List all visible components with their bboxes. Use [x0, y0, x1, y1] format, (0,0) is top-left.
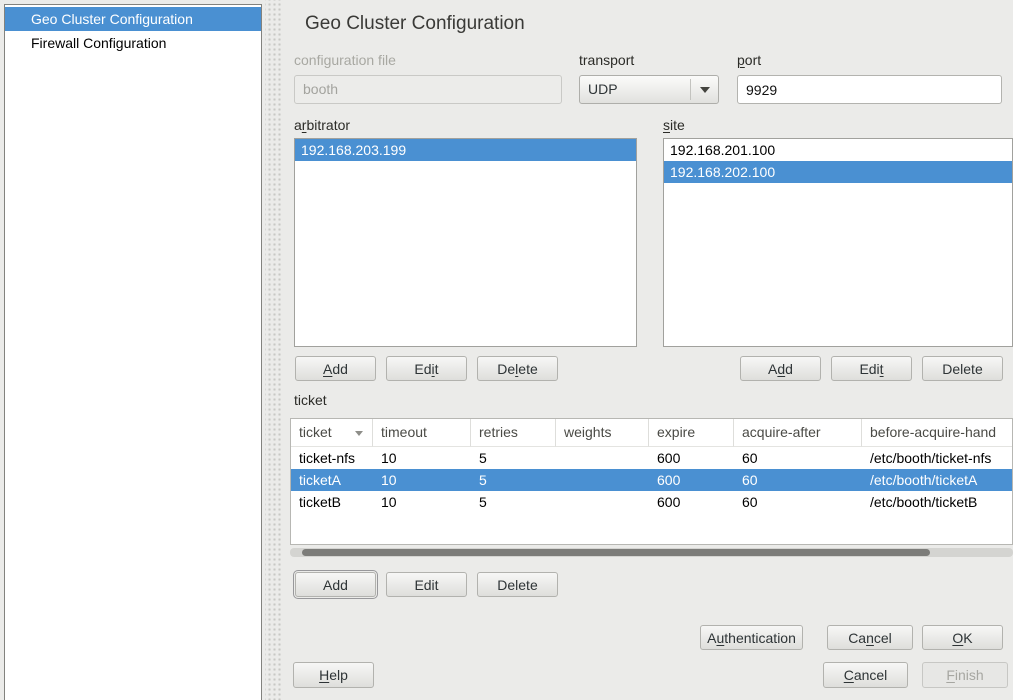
sidebar: Geo Cluster Configuration Firewall Confi… [4, 4, 262, 700]
ticket-table-row[interactable]: ticket-nfs 10 5 600 60 /etc/booth/ticket… [291, 447, 1012, 469]
column-header-acquire-after[interactable]: acquire-after [734, 419, 862, 447]
cell-before-acquire-handler: /etc/booth/ticket-nfs [862, 447, 1012, 469]
ticket-label: ticket [294, 392, 327, 408]
configuration-file-label: configuration file [294, 52, 396, 68]
cell-before-acquire-handler: /etc/booth/ticketB [862, 491, 1012, 513]
cell-expire: 600 [649, 491, 734, 513]
column-header-before-acquire-handler[interactable]: before-acquire-hand [862, 419, 1012, 447]
site-list-item[interactable]: 192.168.202.100 [664, 161, 1012, 183]
cell-acquire-after: 60 [734, 447, 862, 469]
arbitrator-delete-button[interactable]: Delete [477, 356, 558, 381]
ok-button[interactable]: OK [922, 625, 1003, 650]
ticket-table-row[interactable]: ticketA 10 5 600 60 /etc/booth/ticketA [291, 469, 1012, 491]
cell-timeout: 10 [373, 491, 471, 513]
site-label: site [663, 117, 685, 133]
site-list: 192.168.201.100 192.168.202.100 [663, 138, 1013, 347]
site-list-item[interactable]: 192.168.201.100 [664, 139, 1012, 161]
site-edit-button[interactable]: Edit [831, 356, 912, 381]
port-label: port [737, 52, 761, 68]
hscrollbar-thumb[interactable] [302, 549, 930, 556]
cell-retries: 5 [471, 469, 556, 491]
column-header-retries[interactable]: retries [471, 419, 556, 447]
ticket-table-hscrollbar[interactable] [290, 548, 1013, 557]
sidebar-item-geo-cluster[interactable]: Geo Cluster Configuration [5, 7, 261, 31]
pane-separator [265, 0, 281, 700]
site-delete-button[interactable]: Delete [922, 356, 1003, 381]
sort-descending-icon [355, 431, 363, 436]
ticket-edit-button[interactable]: Edit [386, 572, 467, 597]
column-header-weights[interactable]: weights [556, 419, 649, 447]
chevron-down-icon [700, 87, 710, 93]
sidebar-item-firewall[interactable]: Firewall Configuration [5, 31, 261, 55]
configuration-file-input: booth [294, 75, 562, 104]
ticket-table: ticket timeout retries weights expire ac… [290, 418, 1013, 545]
wizard-cancel-button[interactable]: Cancel [823, 662, 908, 688]
arbitrator-add-button[interactable]: Add [295, 356, 376, 381]
arbitrator-list-item[interactable]: 192.168.203.199 [295, 139, 636, 161]
help-button[interactable]: Help [293, 662, 374, 688]
cell-expire: 600 [649, 447, 734, 469]
page-title: Geo Cluster Configuration [305, 13, 525, 35]
cell-expire: 600 [649, 469, 734, 491]
authentication-button[interactable]: Authentication [700, 625, 803, 650]
ticket-add-button[interactable]: Add [295, 572, 376, 597]
cell-retries: 5 [471, 447, 556, 469]
column-header-ticket[interactable]: ticket [291, 419, 373, 447]
transport-selected-value: UDP [588, 76, 618, 103]
cell-ticket: ticket-nfs [291, 447, 373, 469]
cell-ticket: ticketB [291, 491, 373, 513]
column-header-expire[interactable]: expire [649, 419, 734, 447]
cell-retries: 5 [471, 491, 556, 513]
cell-before-acquire-handler: /etc/booth/ticketA [862, 469, 1012, 491]
column-header-label: ticket [299, 424, 332, 440]
cell-acquire-after: 60 [734, 491, 862, 513]
finish-button: Finish [922, 662, 1008, 688]
geo-cluster-window: Geo Cluster Configuration Firewall Confi… [0, 0, 1013, 700]
arbitrator-list: 192.168.203.199 [294, 138, 637, 347]
port-input[interactable] [737, 75, 1002, 104]
dialog-cancel-button[interactable]: Cancel [827, 625, 913, 650]
cell-acquire-after: 60 [734, 469, 862, 491]
transport-select[interactable]: UDP [579, 75, 719, 104]
ticket-table-row[interactable]: ticketB 10 5 600 60 /etc/booth/ticketB [291, 491, 1012, 513]
cell-ticket: ticketA [291, 469, 373, 491]
cell-timeout: 10 [373, 447, 471, 469]
column-header-timeout[interactable]: timeout [373, 419, 471, 447]
ticket-table-header: ticket timeout retries weights expire ac… [291, 419, 1012, 447]
cell-weights [556, 491, 649, 513]
arbitrator-label: arbitrator [294, 117, 350, 133]
arbitrator-edit-button[interactable]: Edit [386, 356, 467, 381]
cell-weights [556, 447, 649, 469]
transport-label: transport [579, 52, 634, 68]
cell-timeout: 10 [373, 469, 471, 491]
site-add-button[interactable]: Add [740, 356, 821, 381]
ticket-delete-button[interactable]: Delete [477, 572, 558, 597]
cell-weights [556, 469, 649, 491]
